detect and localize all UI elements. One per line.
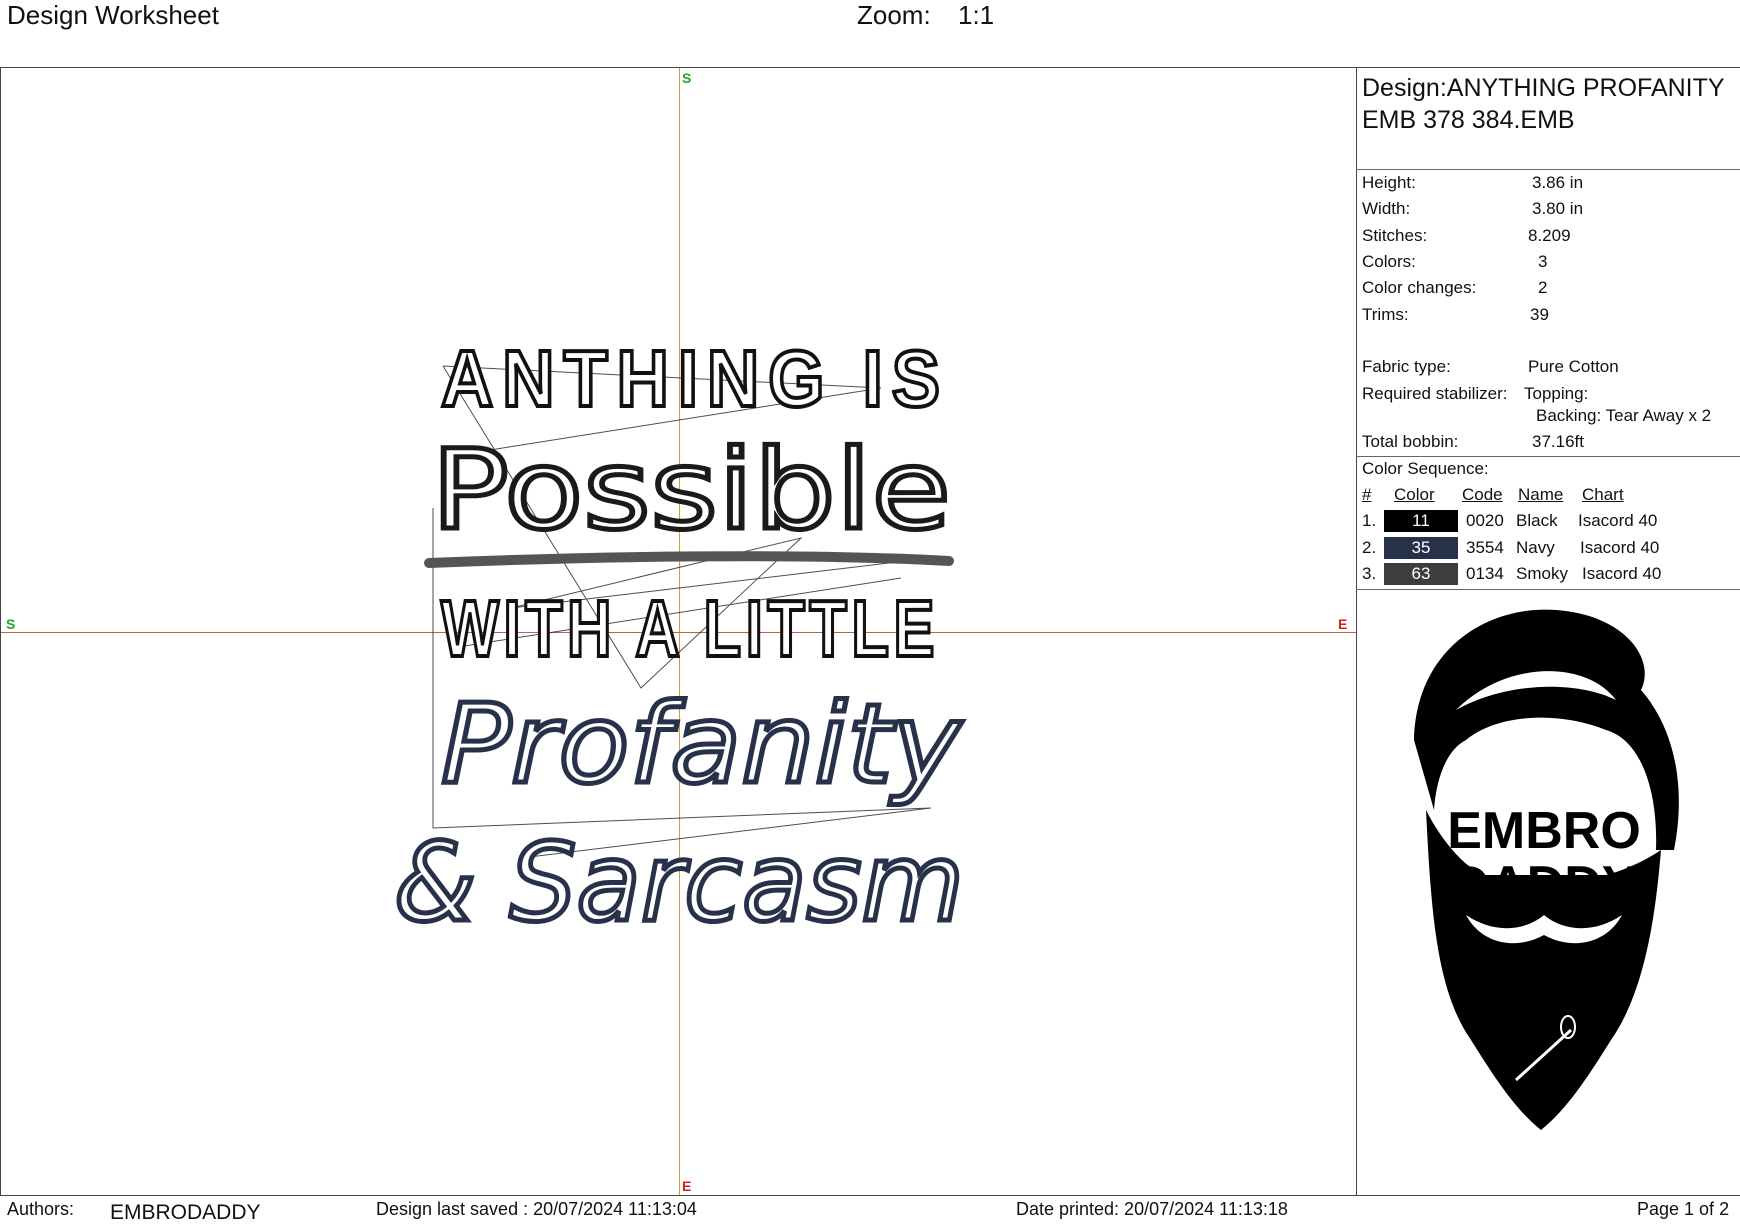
color-chart: Isacord 40 xyxy=(1582,564,1662,583)
color-swatch: 63 xyxy=(1384,563,1458,585)
stat-width-value: 3.80 in xyxy=(1532,199,1584,218)
logo-line-1: EMBRO xyxy=(1447,802,1641,860)
color-row-number: 2. xyxy=(1362,538,1377,557)
logo-line-2: DADDY xyxy=(1452,856,1637,914)
color-chart: Isacord 40 xyxy=(1580,538,1660,557)
col-color-header: Color xyxy=(1394,485,1435,504)
stat-trims-label: Trims: xyxy=(1362,305,1409,324)
color-row-number: 3. xyxy=(1362,564,1377,583)
divider xyxy=(1356,169,1740,170)
color-row-number: 1. xyxy=(1362,511,1377,530)
col-chart-header: Chart xyxy=(1582,485,1624,504)
design-line-5: & Sarcasm xyxy=(394,821,964,946)
bobbin-label: Total bobbin: xyxy=(1362,432,1459,451)
design-line-3: WITH A LITTLE xyxy=(441,584,939,673)
stat-height-value: 3.86 in xyxy=(1532,173,1584,192)
design-underline xyxy=(424,551,954,568)
bobbin-value: 37.16ft xyxy=(1532,432,1584,451)
color-name: Navy xyxy=(1516,538,1555,557)
design-canvas[interactable]: S S E E ANTHING IS Possible WITH A LITTL… xyxy=(0,67,1357,1196)
color-name: Smoky xyxy=(1516,564,1568,583)
stat-trims-value: 39 xyxy=(1530,305,1549,324)
col-name-header: Name xyxy=(1518,485,1564,504)
backing-label: Backing: Tear Away x 2 xyxy=(1536,406,1712,425)
authors-value: EMBRODADDY xyxy=(110,1201,261,1224)
color-name: Black xyxy=(1516,511,1558,530)
stat-stitches-value: 8.209 xyxy=(1528,226,1571,245)
design-line-2: Possible xyxy=(431,426,951,554)
design-line-4: Profanity xyxy=(441,680,963,808)
page-number: Page 1 of 2 xyxy=(1637,1199,1730,1219)
authors-label: Authors: xyxy=(7,1199,75,1219)
stat-stitches-label: Stitches: xyxy=(1362,226,1428,245)
last-saved: Design last saved : 20/07/2024 11:13:04 xyxy=(376,1199,697,1219)
stat-color-changes-value: 2 xyxy=(1538,278,1548,297)
design-file-title: Design:ANYTHING PROFANITY EMB 378 384.EM… xyxy=(1362,74,1725,134)
embrodaddy-logo: EMBRO DADDY xyxy=(1414,609,1679,1130)
fabric-value: Pure Cotton xyxy=(1528,357,1619,376)
topping-label: Topping: xyxy=(1524,384,1589,403)
embroidery-design: ANTHING IS Possible WITH A LITTLE Profan… xyxy=(392,332,967,949)
zoom-label: Zoom: xyxy=(857,0,931,30)
color-swatch: 11 xyxy=(1384,510,1458,532)
zoom-value: 1:1 xyxy=(958,0,995,30)
color-code: 3554 xyxy=(1466,538,1504,557)
date-printed: Date printed: 20/07/2024 11:13:18 xyxy=(1016,1199,1288,1219)
color-code: 0020 xyxy=(1466,511,1504,530)
color-code: 0134 xyxy=(1466,564,1504,583)
design-line-1: ANTHING IS xyxy=(441,334,949,423)
worksheet-title: Design Worksheet xyxy=(7,0,219,30)
col-code-header: Code xyxy=(1462,485,1503,504)
color-chart: Isacord 40 xyxy=(1578,511,1658,530)
stat-colors-value: 3 xyxy=(1538,252,1548,271)
stabilizer-label: Required stabilizer: xyxy=(1362,384,1508,403)
divider xyxy=(1356,456,1740,457)
color-swatch: 35 xyxy=(1384,537,1458,559)
stat-colors-label: Colors: xyxy=(1362,252,1416,271)
stat-height-label: Height: xyxy=(1362,173,1416,192)
stat-width-label: Width: xyxy=(1362,199,1411,218)
info-panel: Design:ANYTHING PROFANITY EMB 378 384.EM… xyxy=(1356,67,1740,1196)
stat-color-changes-label: Color changes: xyxy=(1362,278,1477,297)
col-number-header: # xyxy=(1362,485,1372,504)
fabric-label: Fabric type: xyxy=(1362,357,1451,376)
color-sequence-title: Color Sequence: xyxy=(1362,459,1489,478)
